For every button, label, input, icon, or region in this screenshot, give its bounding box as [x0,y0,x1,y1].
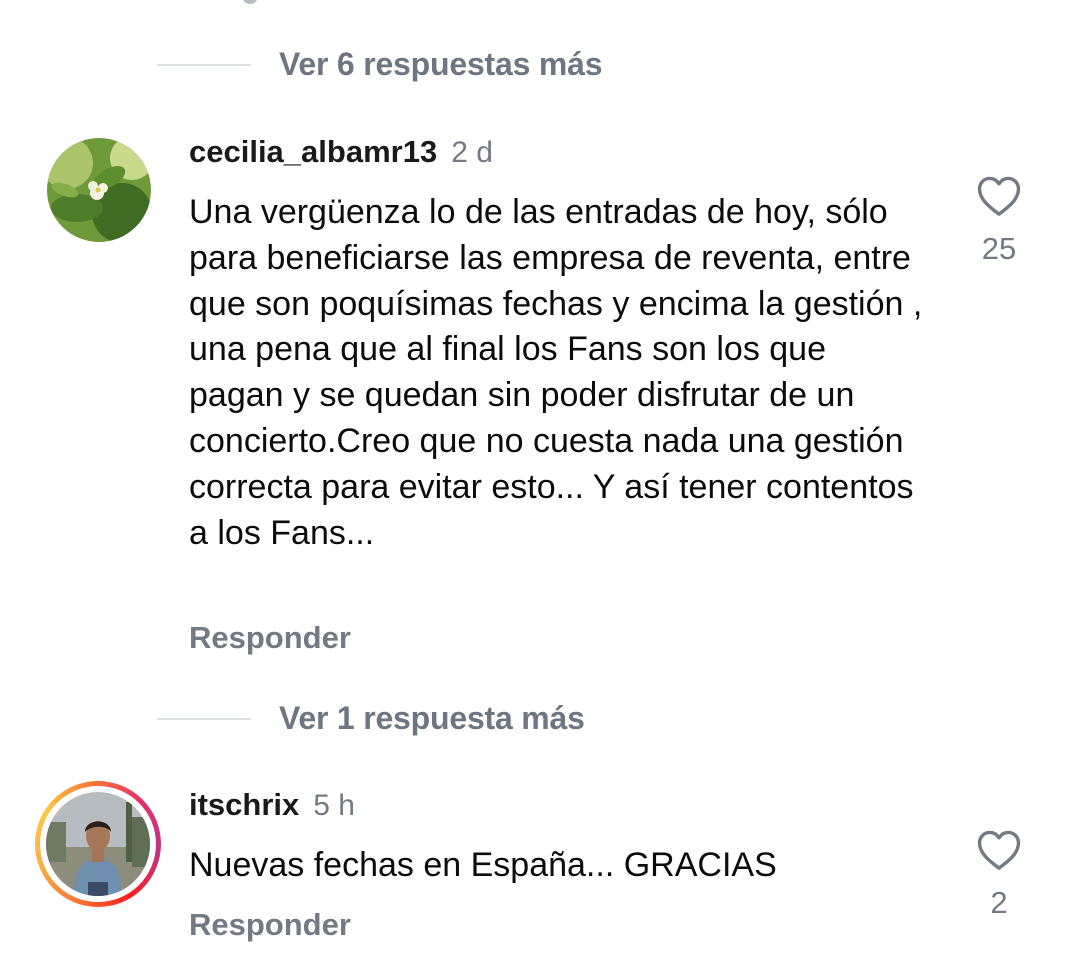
reply-button[interactable]: Responder [189,620,351,656]
like-count: 2 [990,885,1008,920]
heart-outline-icon [969,829,1029,871]
view-more-replies-button[interactable]: Ver 6 respuestas más [157,46,603,83]
reply-button[interactable]: Responder [189,907,351,943]
comment-text: Nuevas fechas en España... GRACIAS [189,846,777,884]
timestamp: 2 d [451,136,493,169]
avatar[interactable] [47,138,151,242]
comment-header: cecilia_albamr13 2 d [189,134,493,170]
comment-header: itschrix 5 h [189,787,355,823]
comment-text: Una vergüenza lo de las entradas de hoy,… [189,193,923,552]
view-more-replies-label: Ver 6 respuestas más [279,46,603,82]
like-button[interactable]: 2 [969,829,1029,921]
thread-divider [157,63,251,66]
story-ring[interactable] [35,781,161,907]
view-more-replies-label: Ver 1 respuesta más [279,700,585,736]
view-more-replies-button[interactable]: Ver 1 respuesta más [157,700,585,737]
avatar [46,792,150,896]
like-count: 25 [981,231,1017,266]
like-button[interactable]: 25 [969,175,1029,267]
thread-divider [157,717,251,720]
heart-outline-icon [969,175,1029,217]
username[interactable]: itschrix [189,787,299,823]
previous-comment-cut-text [242,0,258,4]
username[interactable]: cecilia_albamr13 [189,134,437,170]
timestamp: 5 h [313,789,355,822]
